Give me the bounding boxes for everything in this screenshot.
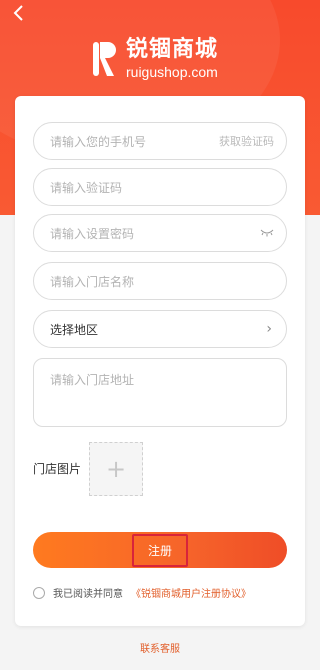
agreement-link[interactable]: 《锐锢商城用户注册协议》 xyxy=(131,585,251,600)
get-code-button[interactable]: 获取验证码 xyxy=(219,133,274,149)
agreement-checkbox[interactable] xyxy=(33,586,45,599)
back-button[interactable] xyxy=(10,4,32,26)
logo-mark-icon xyxy=(92,40,118,78)
register-form-card: 请输入您的手机号 获取验证码 请输入验证码 请输入设置密码 请输入门店名称 选择… xyxy=(15,96,305,626)
eye-closed-icon[interactable] xyxy=(260,229,274,237)
brand-name: 锐锢商城 xyxy=(126,37,219,62)
agreement-text: 我已阅读并同意 xyxy=(53,589,123,600)
phone-placeholder: 请输入您的手机号 xyxy=(50,134,147,149)
store-name-input[interactable]: 请输入门店名称 xyxy=(33,262,287,300)
phone-input[interactable]: 请输入您的手机号 获取验证码 xyxy=(33,122,287,160)
region-value: 选择地区 xyxy=(50,322,99,337)
store-name-placeholder: 请输入门店名称 xyxy=(50,274,135,289)
address-placeholder: 请输入门店地址 xyxy=(50,373,135,387)
plus-icon: + xyxy=(105,455,127,483)
chevron-right-icon: › xyxy=(266,321,272,337)
password-input[interactable]: 请输入设置密码 xyxy=(33,214,287,252)
region-select[interactable]: 选择地区 › xyxy=(33,310,287,348)
chevron-left-icon xyxy=(13,5,23,21)
password-placeholder: 请输入设置密码 xyxy=(50,226,135,241)
code-placeholder: 请输入验证码 xyxy=(50,180,123,195)
register-button[interactable]: 注册 xyxy=(33,532,287,568)
contact-service-link[interactable]: 联系客服 xyxy=(0,640,320,655)
brand-domain: ruigushop.com xyxy=(126,64,218,80)
store-address-textarea[interactable]: 请输入门店地址 xyxy=(33,358,287,427)
register-button-label: 注册 xyxy=(131,533,188,567)
store-photo-label: 门店图片 xyxy=(33,462,82,476)
brand-logo: 锐锢商城 ruigushop.com xyxy=(92,38,218,80)
verification-code-input[interactable]: 请输入验证码 xyxy=(33,168,287,206)
agreement-row: 我已阅读并同意 《锐锢商城用户注册协议》 xyxy=(33,585,251,600)
store-photo-upload[interactable]: + xyxy=(89,442,143,496)
